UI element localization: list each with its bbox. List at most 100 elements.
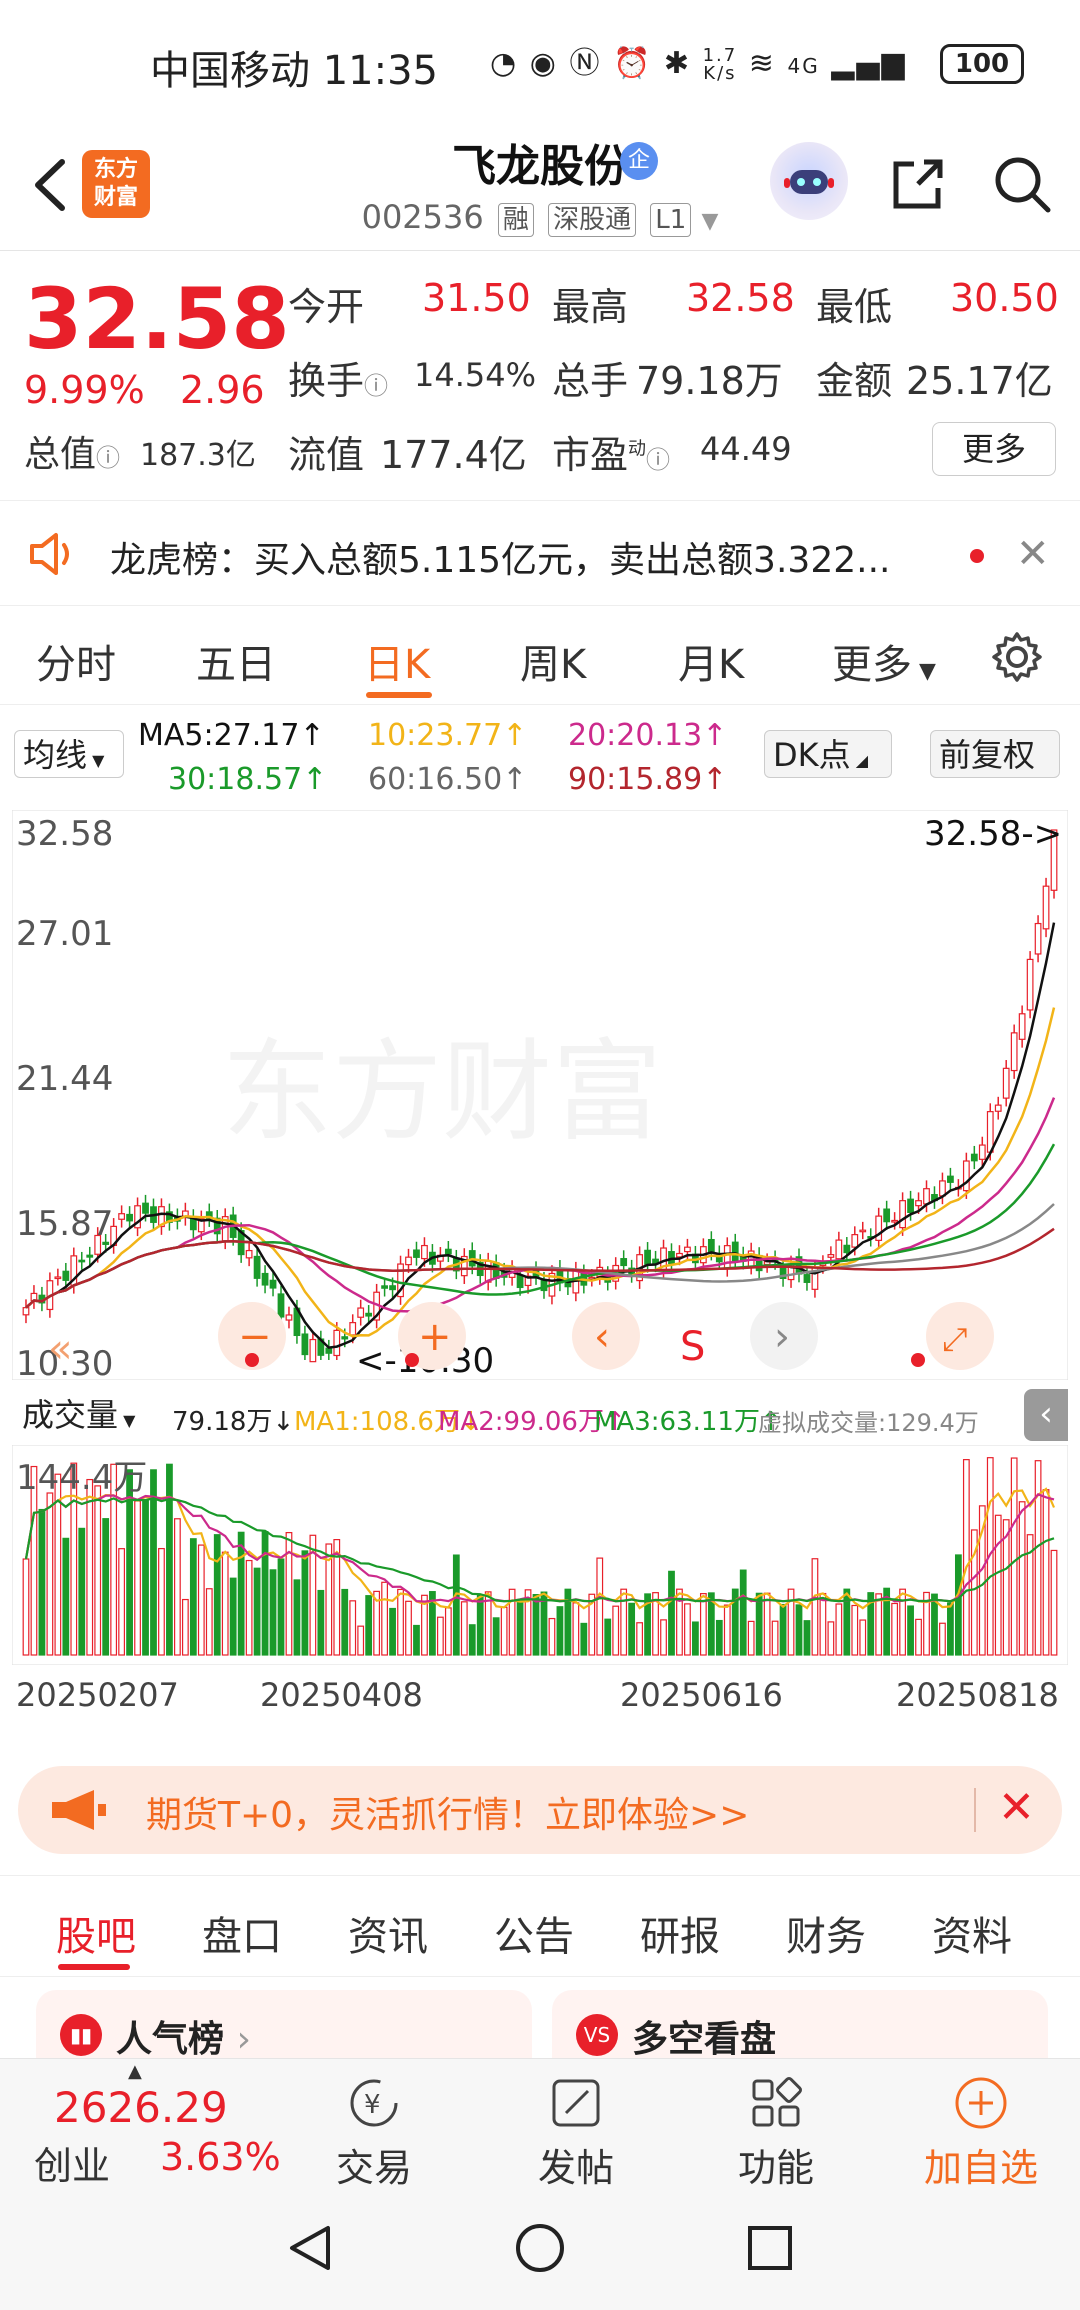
volume-label: 总手 <box>552 359 629 403</box>
volume-bar <box>365 1595 373 1656</box>
close-icon[interactable]: ✕ <box>998 1782 1035 1833</box>
volume-bar <box>692 1621 699 1656</box>
volume-bar <box>46 1492 54 1656</box>
volume-bar <box>636 1622 644 1656</box>
status-icons: ◔ ◉ Ⓝ ⏰ ✱ 1.7 K/s ≋ 4G ▂▄▆ <box>490 38 906 83</box>
search-icon[interactable] <box>988 150 1056 218</box>
volume-current: 79.18万↓ <box>172 1407 295 1437</box>
volume-bar <box>293 1579 301 1656</box>
y-tick-3: 21.44 <box>16 1059 113 1099</box>
notice-bar[interactable]: 龙虎榜：买入总额5.115亿元，卖出总额3.322... ✕ <box>0 500 1080 606</box>
tab-announcements[interactable]: 公告 <box>494 1904 574 1962</box>
kline-chart[interactable]: 东方财富 32.58 27.01 21.44 15.87 10.30 32.58… <box>12 810 1068 1380</box>
tab-forum[interactable]: 股吧 <box>56 1904 136 1962</box>
candle-body <box>620 1258 628 1267</box>
volume-bar <box>994 1514 1002 1656</box>
system-home-icon[interactable] <box>512 2220 568 2276</box>
tab-five-day[interactable]: 五日 <box>196 632 276 690</box>
system-back-icon[interactable] <box>282 2220 338 2276</box>
gear-icon[interactable] <box>990 630 1044 684</box>
candle-body <box>843 1244 851 1254</box>
volume-indicator-select[interactable]: 成交量 ▼ <box>14 1391 164 1439</box>
share-icon[interactable] <box>884 150 952 218</box>
candle-body <box>253 1255 261 1279</box>
volume-bar <box>253 1567 261 1656</box>
market-cap-label-text: 总值 <box>24 434 97 475</box>
tab-research[interactable]: 研报 <box>640 1904 720 1962</box>
popularity-card[interactable]: ▮▮ 人气榜 › <box>36 1990 532 2060</box>
volume-bar <box>580 1622 588 1656</box>
market-cap-label[interactable]: 总值ⓘ <box>24 425 120 477</box>
indicator-type-select[interactable]: 均线 ▼ <box>14 730 124 778</box>
price-adjust-select[interactable]: 前复权 <box>930 730 1060 778</box>
collapse-panel-button[interactable]: ‹ <box>1024 1389 1068 1441</box>
ma20-text: 20:20.13 <box>568 718 703 753</box>
candle-body <box>859 1229 867 1233</box>
nav-trade[interactable]: ¥ 交易 <box>304 2067 444 2191</box>
volume-bar <box>500 1606 508 1656</box>
volume-bar <box>229 1577 237 1656</box>
more-quote-button[interactable]: 更多 <box>932 422 1056 476</box>
volume-bar <box>604 1618 612 1656</box>
turnover-label[interactable]: 换手ⓘ <box>288 350 388 405</box>
pe-label[interactable]: 市盈动ⓘ <box>552 424 670 479</box>
bluetooth-icon: ✱ <box>663 46 692 81</box>
info-icon: ⓘ <box>364 372 389 400</box>
active-tab-indicator <box>58 1964 130 1970</box>
ma60-text: 60:16.50 <box>368 762 503 797</box>
futures-promo-banner[interactable]: 期货T+0，灵活抓行情！立即体验>> ✕ <box>18 1766 1062 1854</box>
volume-bar <box>158 1547 165 1656</box>
ma5-text: MA5:27.17 <box>138 718 300 753</box>
y-tick-4: 15.87 <box>16 1204 113 1244</box>
volume-bar <box>572 1602 580 1656</box>
tab-monthly-k[interactable]: 月K <box>678 632 744 690</box>
volume-bar <box>668 1570 675 1656</box>
volume-bar <box>436 1616 444 1656</box>
volume-bar <box>915 1618 922 1656</box>
connect-tag: 深股通 <box>548 203 637 237</box>
close-icon[interactable]: ✕ <box>1016 531 1050 577</box>
dk-point-select[interactable]: DK点 ◢ <box>764 730 892 778</box>
ma90-text: 90:15.89 <box>568 762 703 797</box>
volume-bar <box>620 1588 628 1656</box>
index-ticker[interactable]: 2626.29 ▲ 创业 3.63% <box>0 2059 310 2191</box>
nav-functions[interactable]: 功能 <box>706 2067 846 2191</box>
volume-bar <box>381 1581 388 1656</box>
tab-weekly-k[interactable]: 周K <box>520 632 586 690</box>
post-icon <box>552 2079 600 2127</box>
system-recents-icon[interactable] <box>742 2220 798 2276</box>
tab-order-book[interactable]: 盘口 <box>202 1904 282 1962</box>
candle-body <box>923 1188 930 1205</box>
candle-body <box>1042 885 1050 930</box>
bull-bear-card[interactable]: VS 多空看盘 <box>552 1990 1048 2060</box>
unread-dot <box>970 549 984 563</box>
candle-body <box>915 1200 922 1207</box>
candle-body <box>723 1245 731 1269</box>
nav-post[interactable]: 发帖 <box>506 2067 646 2191</box>
volume-bar <box>166 1463 173 1656</box>
volume-bar <box>213 1534 221 1656</box>
ma30-value: 30:18.57↑ <box>168 762 328 797</box>
tab-profile[interactable]: 资料 <box>932 1904 1012 1962</box>
volume-header: 成交量 ▼ 79.18万↓ MA1:108.6万↓ MA2:99.06万↑ MA… <box>0 1385 1080 1445</box>
candle-body <box>54 1276 62 1280</box>
tab-more[interactable]: 更多 ▼ <box>832 632 936 690</box>
megaphone-icon <box>52 1790 106 1830</box>
tab-daily-k[interactable]: 日K <box>364 632 430 690</box>
net-speed-unit: K/s <box>703 62 737 84</box>
volume-bar <box>221 1551 229 1656</box>
robot-assistant-icon[interactable] <box>770 142 848 220</box>
network-type: 4G <box>787 54 820 78</box>
volume-bar <box>237 1531 245 1656</box>
candle-body <box>381 1285 388 1289</box>
tab-financials[interactable]: 财务 <box>786 1904 866 1962</box>
volume-bar <box>1002 1519 1010 1656</box>
nav-add-watchlist[interactable]: 加自选 <box>906 2067 1056 2191</box>
volume-bar <box>795 1604 803 1656</box>
nfc-icon: Ⓝ <box>569 46 602 81</box>
tab-intraday[interactable]: 分时 <box>36 632 116 690</box>
volume-bar <box>38 1508 46 1656</box>
scroll-left-icon[interactable]: « <box>48 1326 72 1372</box>
tab-news[interactable]: 资讯 <box>348 1904 428 1962</box>
popularity-card-title-text: 人气榜 <box>116 2019 225 2060</box>
